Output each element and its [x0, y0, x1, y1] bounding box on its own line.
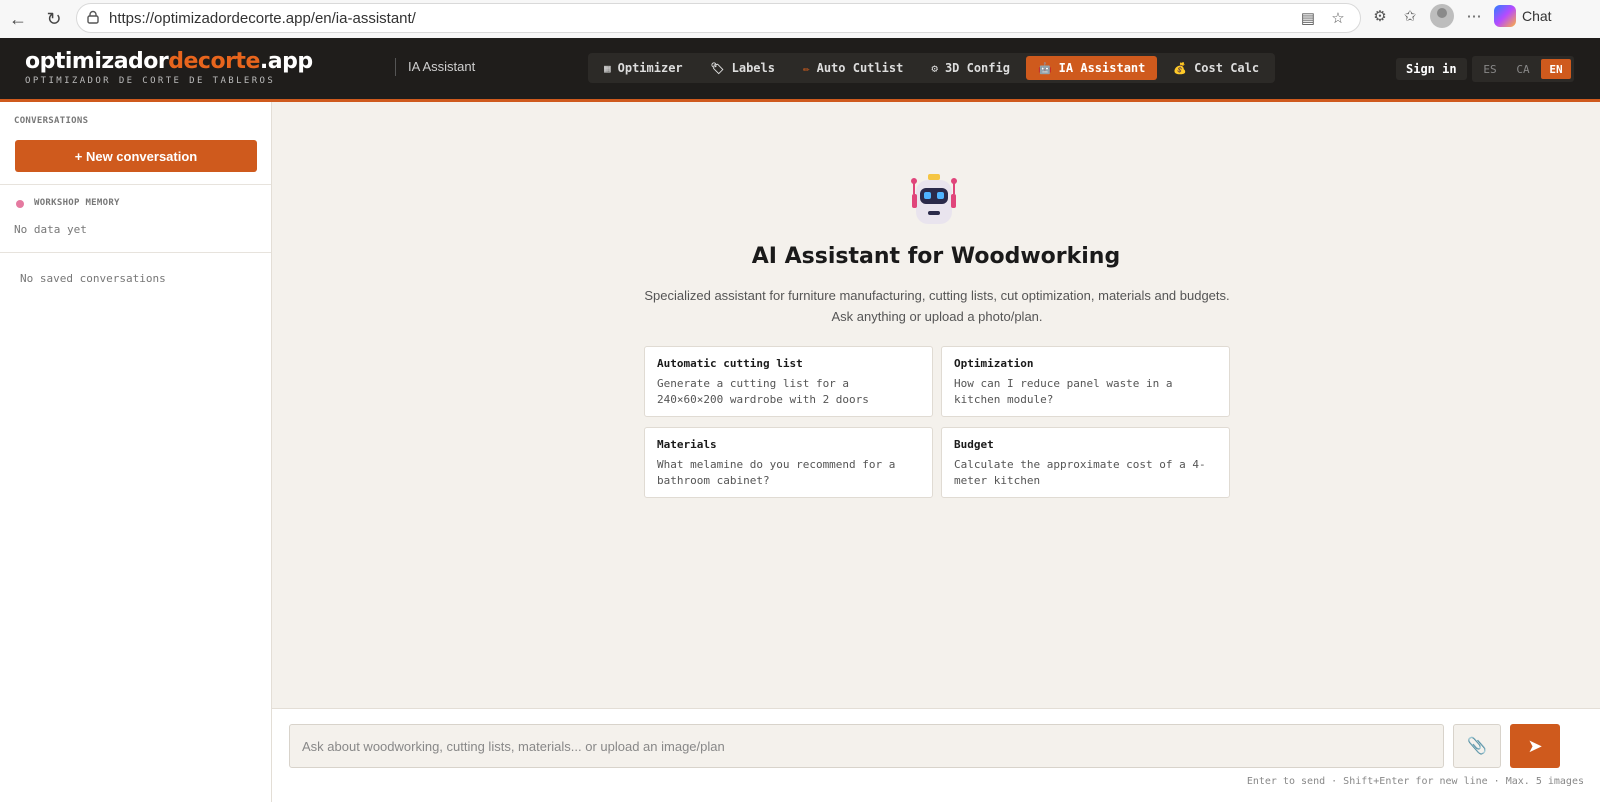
card-title: Materials: [657, 438, 717, 451]
address-bar[interactable]: https://optimizadordecorte.app/en/ia-ass…: [76, 3, 1361, 33]
memory-empty-text: No data yet: [14, 223, 87, 236]
divider: [0, 252, 271, 253]
logo-subtitle: OPTIMIZADOR DE CORTE DE TABLEROS: [25, 76, 276, 86]
robot-icon: 🤖: [1037, 61, 1052, 75]
main-nav: ▦ Optimizer 🏷 Labels ✏ Auto Cutlist ⚙ 3D…: [588, 53, 1276, 83]
input-hint: Enter to send · Shift+Enter for new line…: [1246, 776, 1584, 787]
assistant-main: AI Assistant for Woodworking Specialized…: [272, 102, 1600, 710]
pencil-icon: ✏: [802, 61, 810, 75]
page-title: AI Assistant for Woodworking: [751, 244, 1121, 269]
card-text: How can I reduce panel waste in a kitche…: [954, 377, 1173, 406]
language-switcher: ES CA EN: [1472, 56, 1574, 82]
section-title: IA Assistant: [395, 58, 475, 76]
card-title: Automatic cutting list: [657, 357, 803, 370]
favorite-star-icon[interactable]: ☆: [1328, 8, 1348, 28]
gear-icon: ⚙: [931, 61, 938, 75]
divider: [0, 184, 271, 185]
site-logo[interactable]: optimizadordecorte.app OPTIMIZADOR DE CO…: [25, 49, 313, 87]
logo-text-3: .app: [259, 49, 313, 74]
page-description: Specialized assistant for furniture manu…: [644, 288, 1230, 324]
copilot-chat-button[interactable]: Chat: [1494, 5, 1552, 27]
brain-icon: [16, 200, 24, 208]
tab-ia-assistant[interactable]: 🤖 IA Assistant: [1025, 56, 1158, 80]
lock-icon: [87, 10, 99, 24]
send-button[interactable]: ➤: [1510, 724, 1560, 768]
tab-label: Auto Cutlist: [816, 61, 904, 75]
tab-labels[interactable]: 🏷 Labels: [699, 56, 787, 80]
browser-toolbar: ← ↻ https://optimizadordecorte.app/en/ia…: [0, 0, 1600, 38]
tab-3d-config[interactable]: ⚙ 3D Config: [919, 56, 1022, 80]
copilot-icon: [1494, 5, 1516, 27]
sign-in-button[interactable]: Sign in: [1396, 58, 1467, 80]
lang-ca[interactable]: CA: [1508, 59, 1538, 79]
extensions-icon[interactable]: ⚙: [1370, 6, 1390, 26]
reload-icon[interactable]: ↻: [38, 3, 70, 35]
tab-label: Optimizer: [617, 61, 683, 75]
workshop-memory-heading: WORKSHOP MEMORY: [34, 198, 120, 208]
tag-icon: 🏷: [710, 61, 725, 75]
lang-es[interactable]: ES: [1475, 59, 1505, 79]
attach-paperclip-icon[interactable]: 📎: [1453, 724, 1501, 768]
card-text: What melamine do you recommend for a bat…: [657, 458, 896, 487]
suggestion-card-budget[interactable]: Budget Calculate the approximate cost of…: [941, 427, 1230, 498]
suggestion-card-cutting-list[interactable]: Automatic cutting list Generate a cuttin…: [644, 346, 933, 417]
more-options-icon[interactable]: ⋯: [1464, 6, 1484, 26]
url-text: https://optimizadordecorte.app/en/ia-ass…: [109, 9, 416, 27]
tab-label: Labels: [731, 61, 775, 75]
chat-input[interactable]: [289, 724, 1444, 768]
card-title: Optimization: [954, 357, 1034, 370]
app-header: optimizadordecorte.app OPTIMIZADOR DE CO…: [0, 38, 1600, 102]
back-arrow-icon[interactable]: ←: [2, 3, 34, 35]
chat-label: Chat: [1522, 8, 1552, 24]
tab-label: 3D Config: [944, 61, 1010, 75]
tab-cost-calc[interactable]: 💰 Cost Calc: [1161, 56, 1271, 80]
no-saved-conversations: No saved conversations: [20, 272, 166, 285]
tab-optimizer[interactable]: ▦ Optimizer: [592, 56, 695, 80]
card-text: Generate a cutting list for a 240×60×200…: [657, 377, 869, 406]
robot-icon: [911, 174, 957, 224]
tab-auto-cutlist[interactable]: ✏ Auto Cutlist: [791, 56, 915, 80]
profile-avatar[interactable]: [1430, 4, 1454, 28]
chat-composer: 📎 ➤ Enter to send · Shift+Enter for new …: [272, 708, 1600, 802]
logo-text-2: decorte: [168, 49, 260, 74]
lang-en[interactable]: EN: [1541, 59, 1571, 79]
new-conversation-button[interactable]: + New conversation: [15, 140, 257, 172]
reader-mode-icon[interactable]: ▤: [1298, 8, 1318, 28]
conversations-heading: CONVERSATIONS: [14, 116, 89, 126]
logo-text-1: optimizador: [25, 49, 169, 74]
suggestion-card-optimization[interactable]: Optimization How can I reduce panel wast…: [941, 346, 1230, 417]
card-text: Calculate the approximate cost of a 4-me…: [954, 458, 1206, 487]
tab-label: Cost Calc: [1194, 61, 1260, 75]
card-title: Budget: [954, 438, 994, 451]
grid-icon: ▦: [604, 61, 611, 75]
conversations-sidebar: CONVERSATIONS + New conversation WORKSHO…: [0, 102, 272, 802]
favorites-icon[interactable]: ✩: [1400, 6, 1420, 26]
tab-label: IA Assistant: [1058, 61, 1146, 75]
money-bag-icon: 💰: [1173, 61, 1188, 75]
suggestion-card-materials[interactable]: Materials What melamine do you recommend…: [644, 427, 933, 498]
